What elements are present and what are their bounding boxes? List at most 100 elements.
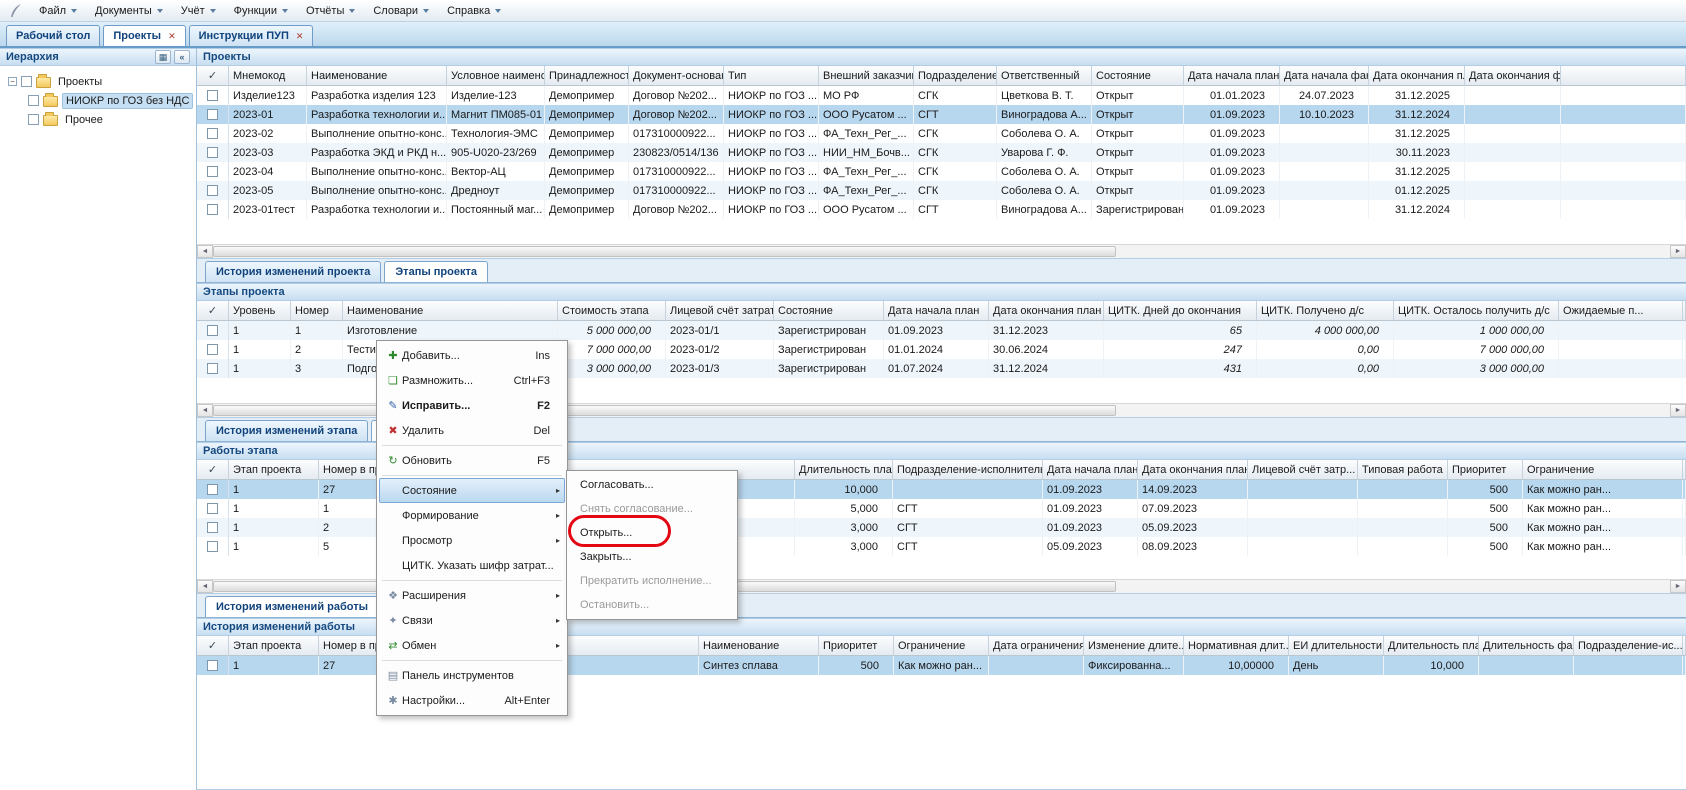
tree-checkbox[interactable] xyxy=(28,114,39,125)
row-checkbox[interactable] xyxy=(207,185,218,196)
menubar-item-6[interactable]: Справка xyxy=(438,2,510,20)
column-header[interactable]: Дата окончания факт. xyxy=(1465,66,1561,86)
column-header[interactable]: Длительность пла... xyxy=(1384,636,1479,656)
column-header[interactable]: Условное наименова... xyxy=(447,66,545,86)
tab-1[interactable]: Этапы проекта xyxy=(384,261,488,282)
column-header[interactable]: Наименование xyxy=(343,301,558,321)
column-header[interactable]: ЦИТК. Дней до окончания xyxy=(1104,301,1257,321)
column-header[interactable]: Дата окончания план xyxy=(989,301,1104,321)
column-header[interactable]: Ответственный xyxy=(997,66,1092,86)
menu-item-9[interactable]: Просмотр▸ xyxy=(379,528,565,553)
menu-item-12[interactable]: ❖Расширения▸ xyxy=(379,583,565,608)
column-header[interactable]: Дата начала факт. xyxy=(1280,66,1369,86)
column-header[interactable]: Стоимость этапа xyxy=(558,301,666,321)
column-header[interactable]: Ограничение xyxy=(894,636,989,656)
column-header[interactable]: Подразделение-от... xyxy=(914,66,997,86)
scroll-thumb[interactable] xyxy=(213,246,1116,257)
tab-0[interactable]: История изменений проекта xyxy=(205,261,381,282)
table-row[interactable]: 2023-03Разработка ЭКД и РКД н...905-U020… xyxy=(197,143,1686,162)
column-header[interactable]: Принадлежность xyxy=(545,66,629,86)
scroll-left-button[interactable]: ◄ xyxy=(197,245,213,258)
menubar-item-2[interactable]: Учёт xyxy=(172,2,225,20)
row-checkbox[interactable] xyxy=(207,204,218,215)
column-header[interactable]: Внешний заказчик xyxy=(819,66,914,86)
column-header[interactable]: ЕИ длительности xyxy=(1289,636,1384,656)
tree-item-label[interactable]: НИОКР по ГОЗ без НДС xyxy=(62,93,193,109)
row-checkbox[interactable] xyxy=(207,541,218,552)
column-header[interactable]: Номер xyxy=(291,301,343,321)
column-header[interactable]: Дата начала план xyxy=(884,301,989,321)
table-row[interactable]: 2023-01тестРазработка технологии и...Пос… xyxy=(197,200,1686,219)
menubar-item-4[interactable]: Отчёты xyxy=(297,2,364,20)
column-header[interactable]: Этап проекта xyxy=(229,460,319,480)
menu-item-10[interactable]: ЦИТК. Указать шифр затрат... xyxy=(379,553,565,578)
tab-0[interactable]: История изменений работы xyxy=(205,596,379,617)
column-header[interactable]: Состояние xyxy=(1092,66,1184,86)
column-header[interactable]: Приоритет xyxy=(1448,460,1523,480)
scroll-right-button[interactable]: ► xyxy=(1670,580,1686,593)
projects-hscrollbar[interactable]: ◄ ► xyxy=(197,244,1686,258)
menu-item-17[interactable]: ✱Настройки...Alt+Enter xyxy=(379,688,565,713)
tree-item-other[interactable]: Прочее xyxy=(4,110,192,129)
tab-1[interactable]: Проекты✕ xyxy=(103,25,185,46)
column-header[interactable]: Лицевой счёт затр... xyxy=(1248,460,1358,480)
tree-checkbox[interactable] xyxy=(21,76,32,87)
menu-item-7[interactable]: Состояние▸ xyxy=(379,478,565,503)
menubar-item-5[interactable]: Словари xyxy=(364,2,438,20)
close-tab-icon[interactable]: ✕ xyxy=(168,31,176,42)
column-header[interactable]: Изменение длите... xyxy=(1084,636,1184,656)
column-header[interactable]: Дата начала план. xyxy=(1043,460,1138,480)
row-checkbox[interactable] xyxy=(207,147,218,158)
row-checkbox[interactable] xyxy=(207,344,218,355)
column-header[interactable]: Ограничение xyxy=(1523,460,1683,480)
column-header[interactable]: Этап проекта xyxy=(229,636,319,656)
menu-item-0[interactable]: Согласовать... xyxy=(569,473,735,497)
table-row[interactable]: Изделие123Разработка изделия 123Изделие-… xyxy=(197,86,1686,105)
column-header[interactable]: Типовая работа xyxy=(1358,460,1448,480)
close-tab-icon[interactable]: ✕ xyxy=(296,31,304,42)
row-checkbox[interactable] xyxy=(207,325,218,336)
row-checkbox[interactable] xyxy=(207,363,218,374)
menu-item-16[interactable]: ▤Панель инструментов xyxy=(379,663,565,688)
select-all-header[interactable]: ✓ xyxy=(197,636,229,656)
column-header[interactable]: Подразделение-исполнитель. xyxy=(893,460,1043,480)
scroll-track[interactable] xyxy=(213,245,1670,258)
tree-item-label[interactable]: Прочее xyxy=(62,113,106,127)
row-checkbox[interactable] xyxy=(207,109,218,120)
tree-item-root[interactable]: − Проекты xyxy=(4,72,192,91)
row-checkbox[interactable] xyxy=(207,484,218,495)
table-row[interactable]: 2023-05Выполнение опытно-конс...Дредноут… xyxy=(197,181,1686,200)
hierarchy-grid-button[interactable]: ▦ xyxy=(155,50,171,64)
column-header[interactable]: Наименование xyxy=(307,66,447,86)
column-header[interactable]: Длительность фак... xyxy=(1479,636,1574,656)
scroll-right-button[interactable]: ► xyxy=(1670,404,1686,417)
menu-item-5[interactable]: ↻ОбновитьF5 xyxy=(379,448,565,473)
tree-item-label[interactable]: Проекты xyxy=(55,75,105,89)
table-row[interactable]: 2023-04Выполнение опытно-конс...Вектор-А… xyxy=(197,162,1686,181)
menu-item-0[interactable]: ✚Добавить...Ins xyxy=(379,343,565,368)
tab-2[interactable]: Инструкции ПУП✕ xyxy=(189,25,314,46)
tree-item-niokr[interactable]: НИОКР по ГОЗ без НДС xyxy=(4,91,192,110)
column-header[interactable]: ЦИТК. Получено д/с xyxy=(1257,301,1394,321)
scroll-thumb[interactable] xyxy=(213,405,1116,416)
menu-item-3[interactable]: ✖УдалитьDel xyxy=(379,418,565,443)
menu-item-1[interactable]: ❏Размножить...Ctrl+F3 xyxy=(379,368,565,393)
row-checkbox[interactable] xyxy=(207,660,218,671)
column-header[interactable]: Дата начала план. xyxy=(1184,66,1280,86)
column-header[interactable]: Ожидаемые п... xyxy=(1559,301,1683,321)
column-header[interactable]: Дата ограничения xyxy=(989,636,1084,656)
column-header[interactable]: Уровень xyxy=(229,301,291,321)
select-all-header[interactable]: ✓ xyxy=(197,301,229,321)
table-row[interactable]: 2023-02Выполнение опытно-конс...Технолог… xyxy=(197,124,1686,143)
column-header[interactable]: Дата окончания план xyxy=(1138,460,1248,480)
column-header[interactable]: Наименование xyxy=(699,636,819,656)
column-header[interactable]: Нормативная длит... xyxy=(1184,636,1289,656)
column-header[interactable]: Длительность план▼ xyxy=(795,460,893,480)
row-checkbox[interactable] xyxy=(207,128,218,139)
column-header[interactable]: Дата окончания план. xyxy=(1369,66,1465,86)
menubar-item-3[interactable]: Функции xyxy=(225,2,297,20)
tab-0[interactable]: История изменений этапа xyxy=(205,420,368,441)
menu-item-13[interactable]: ✦Связи▸ xyxy=(379,608,565,633)
row-checkbox[interactable] xyxy=(207,90,218,101)
select-all-header[interactable]: ✓ xyxy=(197,460,229,480)
